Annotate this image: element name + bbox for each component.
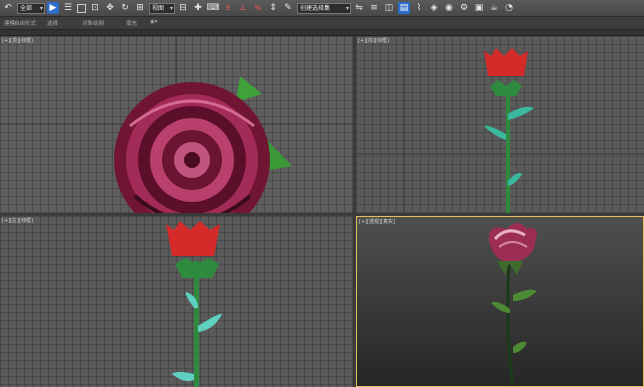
- main-toolbar: ↶ 全部 ▶ ☰ ⊡ ✥ ↻ ⊞ 视图 ⊟ ✚ ⌨ 3 ∠ % ⇕ ✎ 创建选择…: [0, 0, 644, 17]
- reference-coordinate-dropdown[interactable]: 视图: [149, 2, 175, 14]
- schematic-view-icon[interactable]: ◈: [428, 2, 440, 14]
- ribbon-bar: 建模 自由形式 选择 对象绘制 填充 ◉▾: [0, 17, 644, 30]
- ribbon-tab-populate[interactable]: 填充: [126, 19, 137, 27]
- rose-perspective-view: [488, 223, 537, 386]
- window-crossing-icon[interactable]: ⊡: [89, 2, 101, 14]
- rose-left-view: [166, 221, 222, 387]
- rotate-icon[interactable]: ↻: [119, 2, 131, 14]
- scene-explorer-icon[interactable]: ▤: [398, 2, 410, 14]
- layer-manager-icon[interactable]: ◫: [383, 2, 395, 14]
- viewport-left[interactable]: [+][左][线框]: [0, 216, 353, 387]
- move-icon[interactable]: ✥: [104, 2, 116, 14]
- material-editor-icon[interactable]: ◉: [443, 2, 455, 14]
- percent-snap-icon[interactable]: %: [252, 2, 264, 14]
- viewport-divider-horizontal[interactable]: [0, 213, 644, 216]
- reference-coordinate-value: 视图: [152, 4, 165, 12]
- curve-editor-icon[interactable]: ⌇: [413, 2, 425, 14]
- ribbon-options-icon[interactable]: ◉▾: [150, 19, 158, 25]
- keyboard-shortcut-icon[interactable]: ⌨: [207, 2, 220, 14]
- viewport-perspective[interactable]: [+][透视][真实]: [356, 216, 644, 387]
- snap-toggle-label: 3: [225, 3, 231, 12]
- named-selection-value: 创建选择集: [300, 4, 331, 12]
- ribbon-tab-object-paint[interactable]: 对象绘制: [82, 19, 104, 27]
- rose-front-view: [356, 36, 644, 213]
- select-object-icon[interactable]: ▶: [47, 2, 59, 14]
- select-manipulate-icon[interactable]: ✚: [192, 2, 204, 14]
- ribbon-tab-freeform[interactable]: 自由形式: [14, 19, 36, 27]
- render-icon[interactable]: ◔: [503, 2, 515, 14]
- selection-filter-value: 全部: [20, 4, 33, 12]
- edit-named-selection-icon[interactable]: ✎: [282, 2, 294, 14]
- pivot-center-icon[interactable]: ⊟: [177, 2, 189, 14]
- named-selection-dropdown[interactable]: 创建选择集: [297, 2, 351, 14]
- render-setup-icon[interactable]: ⚙: [458, 2, 470, 14]
- snap-toggle-icon[interactable]: 3: [222, 2, 234, 14]
- ribbon-tab-selection[interactable]: 选择: [47, 19, 58, 27]
- viewport-front[interactable]: [+][前][线框]: [356, 36, 644, 213]
- rose-top-view: [0, 36, 353, 213]
- rendered-frame-icon[interactable]: ▣: [473, 2, 485, 14]
- undo-icon[interactable]: ↶: [2, 2, 14, 14]
- mirror-icon[interactable]: ⇋: [353, 2, 365, 14]
- spinner-snap-icon[interactable]: ⇕: [267, 2, 279, 14]
- align-icon[interactable]: ≡: [368, 2, 380, 14]
- render-production-icon[interactable]: ☕: [488, 2, 500, 14]
- scale-icon[interactable]: ⊞: [134, 2, 146, 14]
- selection-filter-dropdown[interactable]: 全部: [17, 2, 45, 14]
- viewport-top[interactable]: [+][顶][线框]: [0, 36, 353, 213]
- angle-snap-icon[interactable]: ∠: [237, 2, 249, 14]
- rectangle-selection-icon[interactable]: [77, 3, 86, 13]
- viewport-divider-vertical[interactable]: [353, 36, 356, 387]
- select-by-name-icon[interactable]: ☰: [62, 2, 74, 14]
